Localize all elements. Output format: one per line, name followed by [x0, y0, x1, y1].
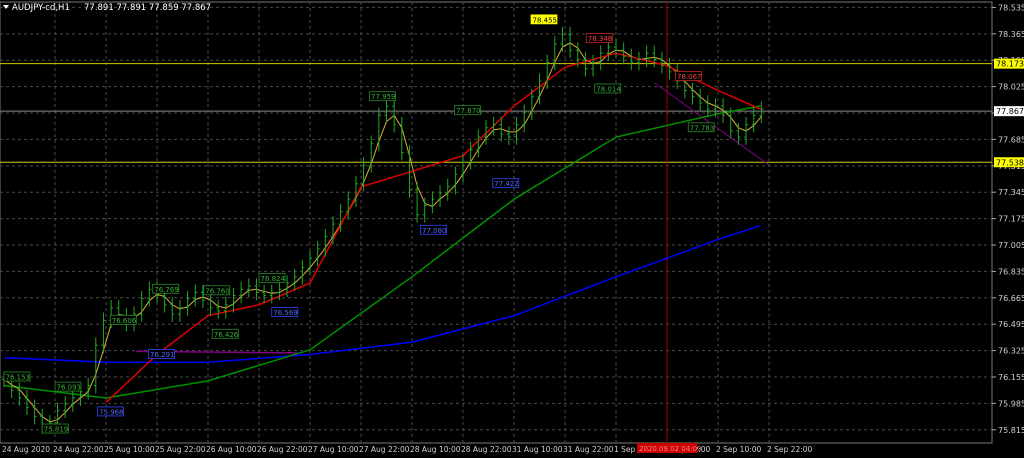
x-tick-label: 25 Aug 22:00: [155, 445, 206, 454]
x-tick-label: 28 Aug 22:00: [461, 445, 512, 454]
swing-label: 77.080: [422, 227, 447, 235]
swing-label: 76.093: [57, 384, 82, 392]
swing-label: 76.760: [205, 287, 230, 295]
price-chart[interactable]: 76.153 76.093 75.819 75.968 76.606 76.769 76.2…: [0, 0, 1024, 454]
swing-label: 77.959: [371, 93, 396, 101]
y-tick-label: 77.005: [998, 241, 1024, 250]
swing-label: 78.014: [596, 85, 621, 93]
x-tick-label: 2 Sep 10:00: [716, 445, 762, 454]
y-tick-label: 76.835: [998, 267, 1024, 276]
x-tick-label: 26 Aug 22:00: [257, 445, 308, 454]
swing-label: 75.819: [44, 426, 69, 434]
y-tick-label: 77.175: [998, 215, 1024, 224]
swing-label: 76.769: [154, 286, 179, 294]
x-tick-label: 28 Aug 10:00: [410, 445, 461, 454]
vertical-marker-label: 2020.09.02 04:00: [639, 445, 701, 453]
swing-label: 76.291: [150, 351, 175, 359]
y-tick-label: 78.365: [998, 30, 1024, 39]
x-tick-label: 27 Aug 22:00: [359, 445, 410, 454]
x-tick-label: 24 Aug 2020: [2, 445, 50, 454]
swing-label: 76.824: [261, 275, 286, 283]
x-tick-label: 26 Aug 10:00: [206, 445, 257, 454]
x-tick-label: 31 Aug 22:00: [563, 445, 614, 454]
swing-label: 76.606: [112, 317, 137, 325]
x-tick-label: 2 Sep 22:00: [767, 445, 813, 454]
y-tick-label: 78.025: [998, 83, 1024, 92]
chart-window[interactable]: 76.153 76.093 75.819 75.968 76.606 76.769 76.2…: [0, 0, 1024, 454]
x-tick-label: 25 Aug 10:00: [104, 445, 155, 454]
y-tick-label: 77.685: [998, 135, 1024, 144]
swing-label: 77.783: [690, 124, 715, 132]
y-tick-label: 76.665: [998, 294, 1024, 303]
swing-label: 78.455: [533, 16, 558, 24]
level-price-label: 77.538: [996, 158, 1024, 167]
swing-label: 76.426: [214, 331, 239, 339]
y-tick-label: 76.155: [998, 373, 1024, 382]
y-tick-label: 75.815: [998, 426, 1024, 435]
x-tick-label: 31 Aug 10:00: [512, 445, 563, 454]
y-tick-label: 77.345: [998, 188, 1024, 197]
ohlc-values: 77.891 77.891 77.859 77.867: [84, 3, 211, 13]
swing-label: 76.153: [6, 374, 31, 382]
time-axis: 24 Aug 2020 24 Aug 22:00 25 Aug 10:00 25 Au…: [2, 443, 813, 454]
swing-label: 76.569: [273, 309, 298, 317]
chart-header: AUDJPY-cd,H1 77.891 77.891 77.859 77.867: [3, 3, 211, 13]
y-tick-label: 76.495: [998, 320, 1024, 329]
swing-label: 78.348: [588, 35, 613, 43]
y-tick-label: 78.535: [998, 3, 1024, 12]
level-price-label: 78.173: [996, 60, 1024, 69]
swing-label: 77.870: [456, 107, 481, 115]
y-tick-label: 75.985: [998, 399, 1024, 408]
chart-background: [0, 0, 1024, 454]
bid-price-label: 77.867: [996, 107, 1024, 116]
swing-label: 78.067: [677, 73, 702, 81]
swing-label: 77.422: [494, 180, 519, 188]
symbol-label: AUDJPY-cd,H1: [12, 3, 70, 13]
swing-label: 75.968: [99, 408, 124, 416]
y-tick-label: 76.325: [998, 347, 1024, 356]
x-tick-label: 27 Aug 10:00: [308, 445, 359, 454]
x-tick-label: 24 Aug 22:00: [53, 445, 104, 454]
